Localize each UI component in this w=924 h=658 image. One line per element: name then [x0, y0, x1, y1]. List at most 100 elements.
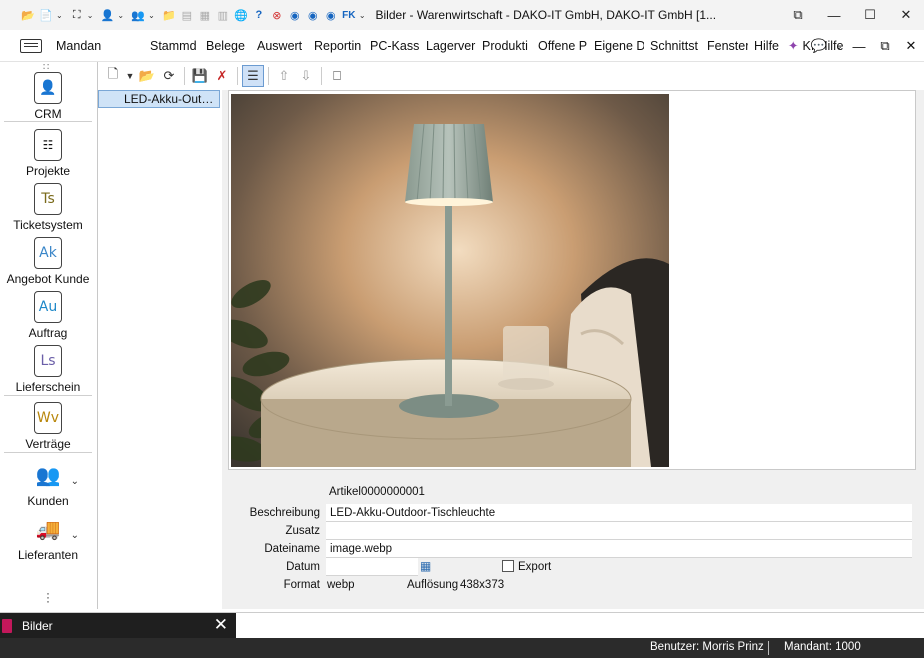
feedback-icon[interactable]: 💬 [806, 38, 832, 54]
sidebar: ∷ 👤 CRM ☷ Projekte Ts Ticketsystem Ak An… [0, 62, 98, 609]
toolbar-divider [321, 67, 322, 85]
sidebar-item-lieferanten[interactable]: 🚚 Lieferanten [0, 513, 96, 562]
new-document-icon[interactable]: 📄 [38, 7, 54, 23]
chevron-down-icon[interactable]: ⌄ [56, 11, 63, 20]
dateiname-field[interactable]: image.webp [326, 540, 912, 558]
chevron-down-icon[interactable]: ▼ [124, 65, 136, 87]
chevron-down-icon[interactable]: ⌄ [71, 476, 79, 487]
more-icon[interactable]: · · · [46, 587, 50, 607]
chevron-down-icon[interactable]: ⌄ [148, 11, 155, 20]
menu-item[interactable]: Offene P [532, 39, 588, 53]
restore-icon[interactable]: ⧉ [780, 0, 816, 30]
product-photo [231, 94, 669, 467]
menu-item[interactable]: Stammd [144, 39, 200, 53]
save-icon[interactable]: 💾 [189, 65, 211, 87]
export-checkbox[interactable] [502, 560, 514, 572]
close-icon[interactable]: ✕ [888, 0, 924, 30]
calendar-icon[interactable]: ▦ [420, 559, 431, 573]
title-bar: 📂 📄 ⌄ ⛶ ⌄ 👤 ⌄ 👥 ⌄ 📁 ▤ ▦ ▥ 🌐 ? ⊗ ◉ ◉ ◉ FK ⌄ B… [0, 0, 924, 30]
toolbar: 🗋 ▼ 📂 ⟳ 💾 ✗ ☰ ⇧ ⇩ ⎕ [98, 62, 924, 90]
format-label: Format [283, 579, 320, 591]
list-view-icon[interactable]: ☰ [242, 65, 264, 87]
open-folder-icon[interactable]: 📁 [161, 7, 177, 23]
export-label: Export [518, 561, 552, 573]
zusatz-label: Zusatz [285, 525, 320, 537]
datum-label: Datum [286, 561, 320, 573]
sidebar-item-crm[interactable]: 👤 CRM [0, 72, 96, 121]
tab-label: Bilder [22, 619, 53, 633]
chevron-down-icon[interactable]: ⌄ [71, 530, 79, 541]
menu-item[interactable]: Eigene D [588, 39, 644, 53]
menu-item[interactable]: Lagerver [420, 39, 476, 53]
mdi-restore-icon[interactable]: ⧉ [872, 38, 898, 54]
close-icon[interactable]: ✕ [214, 615, 228, 635]
window-controls: ⧉ — ☐ ✕ [780, 0, 924, 30]
detail-panel: Artikel 0000000001 Beschreibung LED-Akku… [222, 90, 924, 609]
chevron-down-icon[interactable]: ⌄ [117, 11, 124, 20]
order-icon: Au [34, 291, 62, 323]
sidebar-item-projekte[interactable]: ☷ Projekte [0, 129, 96, 178]
chevron-down-icon[interactable]: ⌄ [832, 41, 846, 52]
sidebar-item-kunden[interactable]: 👥 Kunden [0, 459, 96, 508]
artikel-number: 0000000001 [361, 486, 425, 498]
menu-list-icon[interactable] [20, 38, 42, 53]
list-item[interactable]: LED-Akku-Outdoor-Tischleuchte [98, 90, 220, 108]
crm-icon: 👤 [34, 72, 62, 104]
page-icon[interactable]: ⎕ [326, 65, 348, 87]
image-list: LED-Akku-Outdoor-Tischleuchte [98, 90, 222, 609]
beschreibung-field[interactable]: LED-Akku-Outdoor-Tischleuchte [326, 504, 912, 522]
minimize-icon[interactable]: — [816, 0, 852, 30]
menu-item[interactable]: Belege [200, 39, 251, 53]
stop-icon[interactable]: ⊗ [269, 7, 285, 23]
sidebar-divider [4, 395, 92, 396]
network-icon[interactable]: ⛶ [69, 7, 85, 23]
menu-item[interactable]: Produkti [476, 39, 532, 53]
sidebar-item-angebot-kunde[interactable]: Ak Angebot Kunde [0, 237, 96, 286]
maximize-icon[interactable]: ☐ [852, 0, 888, 30]
aufloesung-value: 438x373 [460, 579, 505, 591]
datum-field[interactable] [326, 558, 418, 576]
customers-icon: 👥 [31, 459, 65, 491]
menu-item[interactable]: Fenster [701, 39, 748, 53]
sidebar-item-label: Angebot Kunde [6, 272, 90, 286]
arrow-up-icon[interactable]: ⇧ [273, 65, 295, 87]
menu-item[interactable]: Hilfe [748, 39, 782, 53]
mdi-close-icon[interactable]: ✕ [898, 38, 924, 54]
delete-icon[interactable]: ✗ [211, 65, 233, 87]
projects-icon: ☷ [34, 129, 62, 161]
menu-item[interactable]: Mandan [50, 39, 144, 53]
menu-item[interactable]: Schnittst [644, 39, 701, 53]
menu-item[interactable]: Auswert [251, 39, 308, 53]
zusatz-field[interactable] [326, 522, 912, 540]
customize-dropdown-icon[interactable]: ⌄ [359, 11, 366, 20]
user-group-icon[interactable]: 👥 [130, 7, 146, 23]
refresh-icon[interactable]: ⟳ [158, 65, 180, 87]
open-folder-icon[interactable]: 📂 [136, 65, 158, 87]
help-icon[interactable]: ? [251, 7, 267, 23]
fk-icon[interactable]: FK [341, 7, 357, 23]
menu-item[interactable]: Reportin [308, 39, 364, 53]
folder-open-icon[interactable]: 📂 [20, 7, 36, 23]
sidebar-item-auftrag[interactable]: Au Auftrag [0, 291, 96, 340]
globe-icon[interactable]: 🌐 [233, 7, 249, 23]
toolbar-divider [237, 67, 238, 85]
disabled-icon: ▤ [181, 9, 193, 22]
sidebar-item-lieferschein[interactable]: Ls Lieferschein [0, 345, 96, 394]
refresh-icon[interactable]: ◉ [305, 7, 321, 23]
refresh-icon[interactable]: ◉ [323, 7, 339, 23]
sidebar-item-ticketsystem[interactable]: Ts Ticketsystem [0, 183, 96, 232]
sidebar-item-vertraege[interactable]: Wv Verträge [0, 402, 96, 451]
chevron-down-icon[interactable]: ⌄ [87, 11, 94, 20]
refresh-icon[interactable]: ◉ [287, 7, 303, 23]
suppliers-icon: 🚚 [31, 513, 65, 545]
tab-bilder[interactable]: Bilder ✕ [0, 613, 236, 639]
status-mandant: Mandant: 1000 [784, 641, 861, 653]
user-icon[interactable]: 👤 [99, 7, 115, 23]
menu-item[interactable]: PC-Kass [364, 39, 420, 53]
mdi-minimize-icon[interactable]: — [846, 39, 872, 54]
arrow-down-icon[interactable]: ⇩ [295, 65, 317, 87]
ticket-icon: Ts [34, 183, 62, 215]
new-icon[interactable]: 🗋 [102, 65, 124, 87]
sidebar-item-label: Projekte [25, 164, 71, 178]
lamp-photo-image [231, 94, 669, 467]
